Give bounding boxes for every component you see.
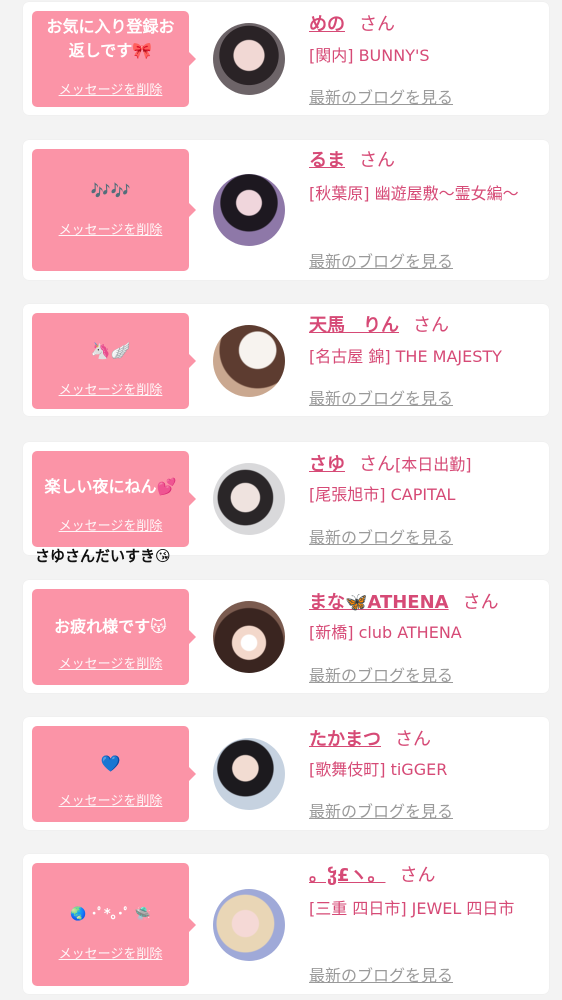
avatar[interactable] (213, 463, 285, 535)
shop-label: [新橋] club ATHENA (309, 623, 462, 642)
cast-name-link[interactable]: さゆ (309, 454, 345, 475)
delete-message-link[interactable]: メッセージを削除 (32, 943, 189, 962)
cast-info: まな🦋ATHENA さん [新橋] club ATHENA (309, 590, 541, 647)
cast-name-link[interactable]: るま (309, 150, 345, 171)
cast-name-link[interactable]: 。ჴ£ヽ。 (309, 865, 385, 886)
latest-blog-link[interactable]: 最新のブログを見る (309, 962, 453, 986)
avatar[interactable] (213, 23, 285, 95)
message-bubble: 楽しい夜にねん💕 メッセージを削除 (32, 451, 196, 547)
cast-name-link[interactable]: まな🦋ATHENA (309, 592, 449, 613)
latest-blog-link[interactable]: 最新のブログを見る (309, 84, 453, 108)
avatar[interactable] (213, 738, 285, 810)
delete-message-link[interactable]: メッセージを削除 (32, 515, 189, 534)
delete-message-link[interactable]: メッセージを削除 (32, 79, 189, 98)
message-text: お気に入り登録お 返しです🎀 (46, 17, 175, 60)
honorific: さん (399, 865, 436, 886)
cast-info: さゆ さん[本日出勤] [尾張旭市] CAPITAL (309, 452, 541, 509)
honorific: さん (359, 150, 395, 171)
message-overflow-text: さゆさんだいすき😘 (35, 547, 171, 565)
avatar[interactable] (213, 325, 285, 397)
latest-blog-link[interactable]: 最新のブログを見る (309, 524, 453, 548)
cast-info: 。ჴ£ヽ。 さん [三重 四日市] JEWEL 四日市 (309, 863, 541, 923)
message-bubble: 💙 メッセージを削除 (32, 726, 196, 822)
favorite-card: お疲れ様です😽 メッセージを削除 まな🦋ATHENA さん [新橋] club A… (23, 580, 549, 693)
favorite-card: 🦄🪽 メッセージを削除 天馬 りん さん [名古屋 錦] THE MAJESTY … (23, 304, 549, 416)
cast-info: めの さん [関内] BUNNY'S (309, 12, 541, 70)
latest-blog-link[interactable]: 最新のブログを見る (309, 248, 453, 272)
message-text: 🌏 ･ﾟ*｡･ﾟ 🛸 (70, 907, 151, 922)
message-bubble: 🦄🪽 メッセージを削除 (32, 313, 196, 409)
message-bubble: お気に入り登録お 返しです🎀 メッセージを削除 (32, 11, 196, 107)
avatar[interactable] (213, 174, 285, 246)
favorite-card: 楽しい夜にねん💕 メッセージを削除 さゆ さん[本日出勤] [尾張旭市] CAPI… (23, 442, 549, 555)
favorite-card: お気に入り登録お 返しです🎀 メッセージを削除 めの さん [関内] BUNNY'… (23, 2, 549, 115)
message-text: 🎶🎶 (90, 181, 131, 200)
cast-name-link[interactable]: めの (309, 14, 345, 35)
delete-message-link[interactable]: メッセージを削除 (32, 379, 189, 398)
honorific: さん (359, 14, 395, 35)
shop-label: [歌舞伎町] tiGGER (309, 760, 448, 779)
latest-blog-link[interactable]: 最新のブログを見る (309, 662, 453, 686)
message-text: お疲れ様です😽 (54, 617, 167, 636)
delete-message-link[interactable]: メッセージを削除 (32, 219, 189, 238)
honorific: さん (395, 729, 431, 750)
honorific: さん (413, 315, 449, 336)
shop-label: [名古屋 錦] THE MAJESTY (309, 347, 502, 366)
shop-label: [三重 四日市] JEWEL 四日市 (309, 899, 515, 918)
delete-message-link[interactable]: メッセージを削除 (32, 790, 189, 809)
shop-label: [関内] BUNNY'S (309, 46, 430, 65)
latest-blog-link[interactable]: 最新のブログを見る (309, 385, 453, 409)
message-bubble: 🎶🎶 メッセージを削除 (32, 149, 196, 271)
latest-blog-link[interactable]: 最新のブログを見る (309, 798, 453, 822)
favorite-card: 🎶🎶 メッセージを削除 るま さん [秋葉原] 幽遊屋敷〜霊女編〜 最新のブログを… (23, 140, 549, 280)
status-badge: [本日出勤] (395, 455, 472, 474)
cast-info: 天馬 りん さん [名古屋 錦] THE MAJESTY (309, 313, 541, 371)
shop-label: [秋葉原] 幽遊屋敷〜霊女編〜 (309, 184, 519, 203)
shop-label: [尾張旭市] CAPITAL (309, 485, 456, 504)
honorific: さん (359, 454, 395, 475)
avatar[interactable] (213, 601, 285, 673)
message-bubble: 🌏 ･ﾟ*｡･ﾟ 🛸 メッセージを削除 (32, 863, 196, 986)
favorite-card: 🌏 ･ﾟ*｡･ﾟ 🛸 メッセージを削除 。ჴ£ヽ。 さん [三重 四日市] JEW… (23, 854, 549, 994)
message-text: 楽しい夜にねん💕 (44, 477, 177, 496)
cast-name-link[interactable]: 天馬 りん (309, 315, 399, 336)
cast-info: たかまつ さん [歌舞伎町] tiGGER (309, 727, 541, 784)
message-text: 💙 (100, 754, 121, 773)
cast-name-link[interactable]: たかまつ (309, 729, 381, 750)
message-text: 🦄🪽 (90, 341, 131, 360)
cast-info: るま さん [秋葉原] 幽遊屋敷〜霊女編〜 (309, 148, 541, 208)
honorific: さん (462, 592, 499, 613)
message-bubble: お疲れ様です😽 メッセージを削除 (32, 589, 196, 685)
favorite-card: 💙 メッセージを削除 たかまつ さん [歌舞伎町] tiGGER 最新のブログを見… (23, 717, 549, 830)
delete-message-link[interactable]: メッセージを削除 (32, 653, 189, 672)
avatar[interactable] (213, 889, 285, 961)
